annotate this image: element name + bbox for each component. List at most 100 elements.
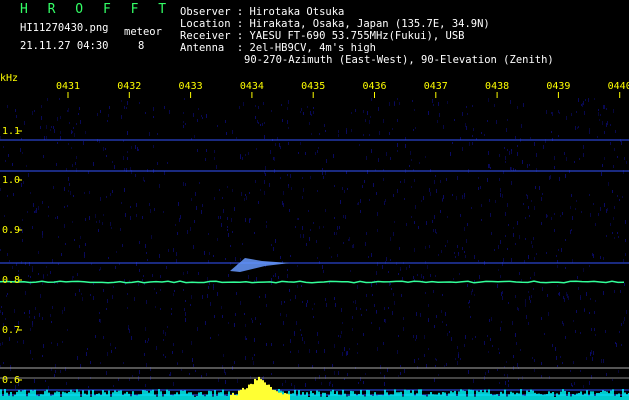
noise-speck: [171, 308, 172, 310]
noise-speck: [488, 164, 489, 168]
baseline-noise-bar: [152, 389, 154, 400]
noise-speck: [590, 213, 591, 217]
noise-speck: [446, 363, 447, 366]
noise-speck: [184, 308, 185, 311]
noise-speck: [303, 188, 304, 192]
noise-speck: [313, 222, 314, 224]
noise-speck: [179, 218, 180, 222]
noise-speck: [382, 265, 383, 269]
noise-speck: [554, 229, 555, 232]
noise-speck: [163, 354, 164, 356]
noise-speck: [577, 127, 578, 129]
noise-speck: [512, 321, 513, 325]
baseline-noise-bar: [482, 392, 484, 400]
baseline-noise-bar: [358, 394, 360, 400]
noise-speck: [606, 108, 607, 110]
baseline-noise-bar: [410, 392, 412, 400]
noise-speck: [305, 152, 306, 155]
noise-speck: [625, 253, 626, 256]
baseline-noise-bar: [502, 393, 504, 400]
noise-speck: [606, 373, 607, 376]
noise-speck: [560, 215, 561, 217]
noise-speck: [383, 119, 384, 123]
noise-speck: [368, 256, 369, 258]
baseline-noise-bar: [468, 389, 470, 400]
noise-speck: [271, 110, 272, 112]
noise-speck: [45, 380, 46, 382]
noise-speck: [389, 132, 390, 135]
noise-speck: [282, 119, 283, 122]
noise-speck: [46, 136, 47, 139]
baseline-noise-bar: [118, 390, 120, 400]
noise-speck: [415, 205, 416, 209]
baseline-noise-bar: [392, 394, 394, 400]
noise-speck: [123, 362, 124, 364]
noise-speck: [309, 237, 310, 241]
noise-speck: [589, 130, 590, 134]
noise-speck: [206, 114, 207, 118]
noise-speck: [311, 114, 312, 116]
noise-speck: [562, 321, 563, 324]
receiver-info: Receiver : YAESU FT-690 53.755MHz(Fukui)…: [180, 30, 465, 42]
baseline-noise-bar: [354, 393, 356, 400]
baseline-noise-bar: [418, 389, 420, 400]
noise-speck: [517, 152, 518, 156]
noise-speck: [65, 243, 66, 245]
noise-speck: [196, 206, 197, 210]
noise-speck: [252, 320, 253, 323]
noise-speck: [481, 132, 482, 134]
noise-speck: [103, 336, 104, 339]
noise-speck: [405, 144, 406, 148]
noise-speck: [428, 304, 429, 307]
burst-bar: [240, 389, 242, 400]
burst-bar: [280, 392, 282, 400]
time-tick-label: 0432: [117, 81, 141, 92]
baseline-noise-bar: [186, 393, 188, 400]
noise-speck: [245, 356, 246, 360]
noise-speck: [549, 176, 550, 180]
baseline-noise-bar: [382, 395, 384, 400]
meteor-echo: [230, 258, 290, 272]
noise-speck: [9, 337, 10, 341]
noise-speck: [160, 289, 161, 291]
burst-bar: [264, 382, 266, 400]
noise-speck: [105, 148, 106, 150]
noise-speck: [198, 272, 199, 275]
noise-speck: [451, 337, 452, 341]
noise-speck: [533, 237, 534, 240]
noise-speck: [50, 129, 51, 131]
baseline-noise-bar: [522, 395, 524, 400]
noise-speck: [515, 333, 516, 337]
noise-speck: [154, 208, 155, 211]
noise-speck: [517, 221, 518, 225]
noise-speck: [534, 206, 535, 210]
noise-speck: [217, 125, 218, 127]
noise-speck: [127, 307, 128, 309]
noise-speck: [481, 204, 482, 207]
noise-speck: [369, 134, 370, 136]
noise-speck: [564, 298, 565, 302]
baseline-noise-bar: [380, 394, 382, 400]
noise-speck: [59, 98, 60, 100]
noise-speck: [111, 227, 112, 229]
baseline-noise-bar: [108, 390, 110, 400]
noise-speck: [606, 235, 607, 237]
noise-speck: [74, 133, 75, 137]
noise-speck: [415, 127, 416, 129]
noise-speck: [355, 109, 356, 112]
noise-speck: [392, 128, 393, 130]
noise-speck: [371, 149, 372, 153]
noise-speck: [415, 339, 416, 341]
noise-speck: [254, 232, 255, 234]
noise-speck: [218, 378, 219, 382]
noise-speck: [604, 105, 605, 109]
noise-speck: [191, 198, 192, 201]
baseline-noise-bar: [188, 392, 190, 400]
noise-speck: [30, 328, 31, 331]
noise-speck: [523, 103, 524, 107]
noise-speck: [575, 330, 576, 333]
noise-speck: [149, 132, 150, 136]
noise-speck: [322, 172, 323, 175]
noise-speck: [441, 310, 442, 313]
baseline-noise-bar: [320, 396, 322, 400]
